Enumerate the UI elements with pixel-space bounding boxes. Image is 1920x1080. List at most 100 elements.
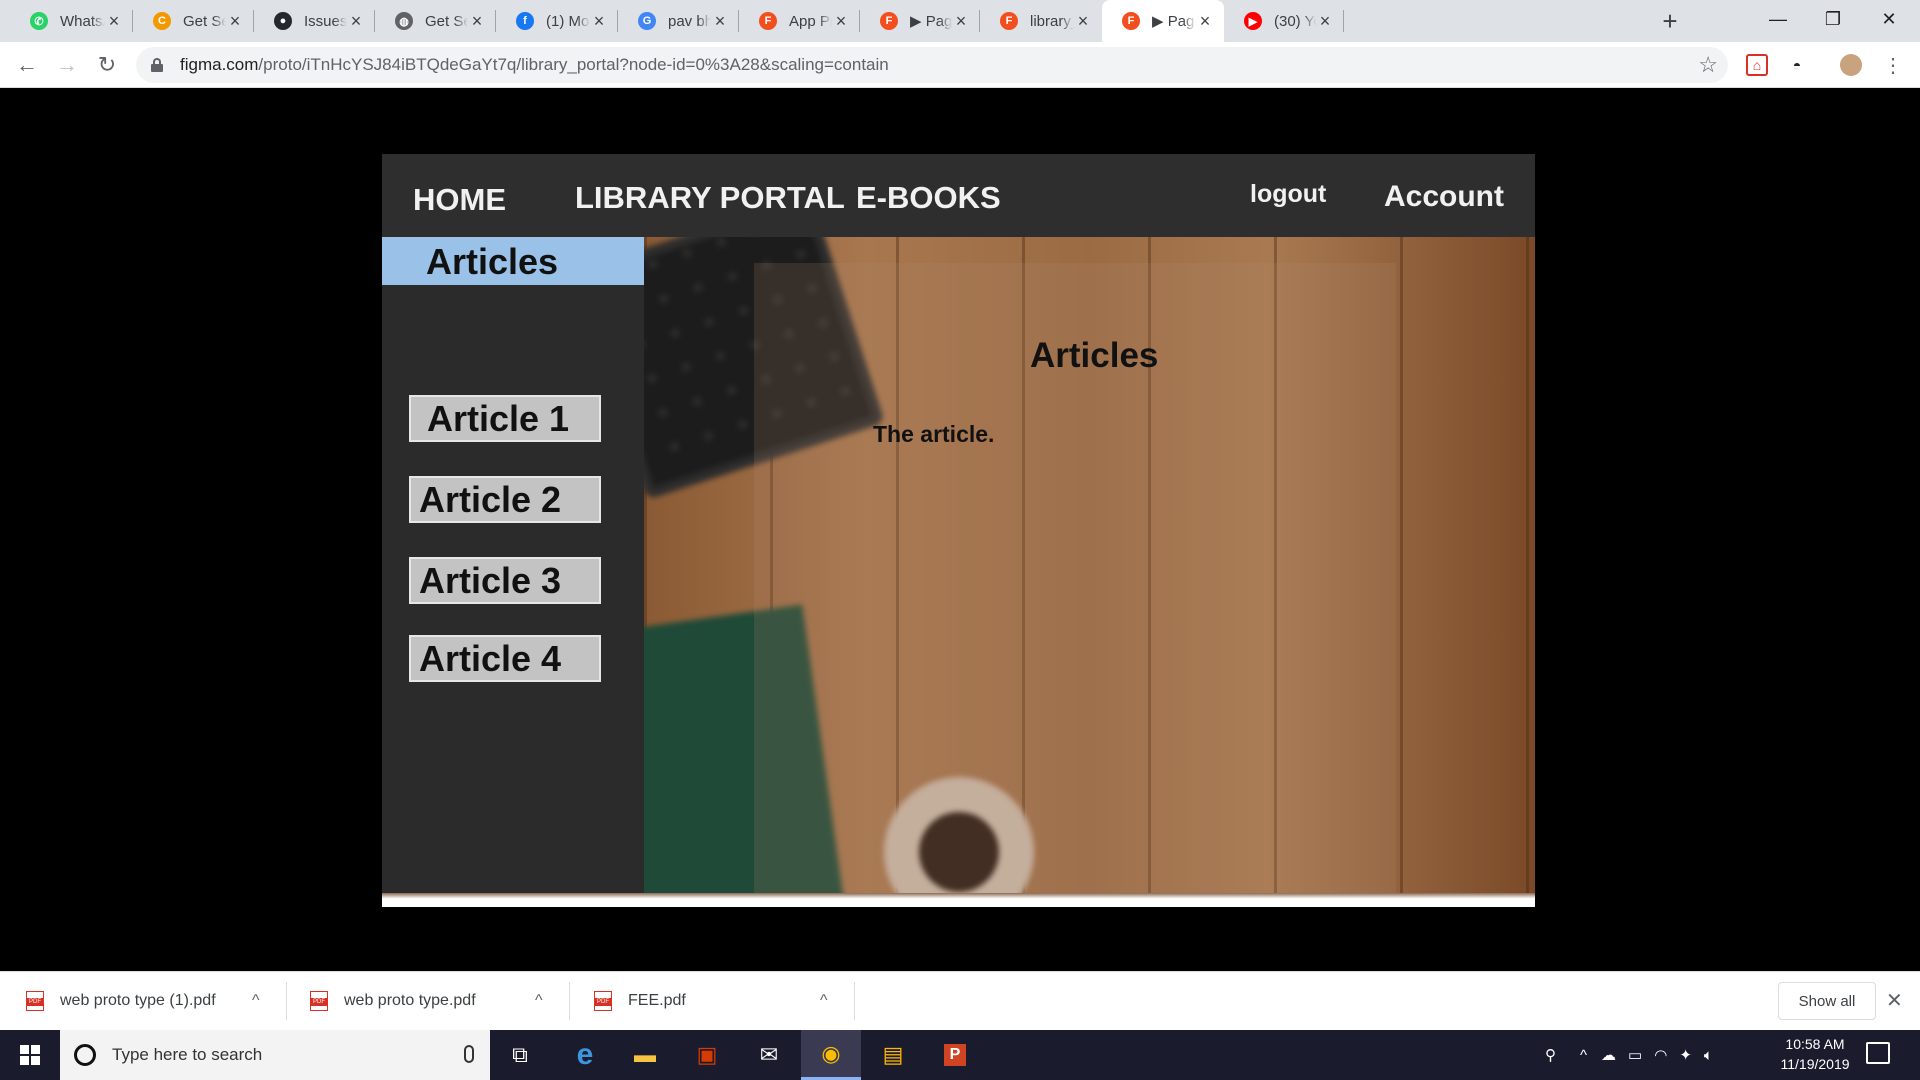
tab-title: ▶ Page 1 (1152, 13, 1196, 30)
close-icon[interactable]: ✕ (1886, 988, 1903, 1013)
close-tab-icon[interactable]: × (952, 11, 970, 31)
minimize-icon[interactable]: — (1751, 0, 1805, 38)
sidebar-header[interactable]: Articles (382, 237, 644, 285)
tab[interactable]: ✆ WhatsApp× (10, 0, 133, 42)
divider (854, 982, 855, 1020)
forward-icon[interactable]: → (52, 50, 82, 80)
volume-icon[interactable]: 🔈︎ (1704, 1047, 1713, 1064)
close-tab-icon[interactable]: × (590, 11, 608, 31)
prototype-frame: HOME LIBRARY PORTAL E-BOOKS logout Accou… (382, 154, 1535, 907)
nav-ebooks[interactable]: E-BOOKS (856, 180, 1001, 216)
file-explorer-icon[interactable]: ▬ (615, 1030, 675, 1080)
clock-date: 11/19/2019 (1780, 1056, 1850, 1072)
article-4-button[interactable]: Article 4 (409, 635, 601, 682)
close-tab-icon[interactable]: × (105, 11, 123, 31)
article-2-button[interactable]: Article 2 (409, 476, 601, 523)
close-tab-icon[interactable]: × (711, 11, 729, 31)
tab[interactable]: ▶ (30) YouTu× (1224, 0, 1344, 42)
people-icon[interactable]: ⚲ (1545, 1046, 1556, 1064)
article-3-label: Article 3 (419, 559, 562, 601)
close-tab-icon[interactable]: × (347, 11, 365, 31)
divider (569, 982, 570, 1020)
store-icon[interactable]: ▤ (863, 1030, 923, 1080)
battery-icon[interactable]: ▭ (1628, 1046, 1642, 1064)
browser-menu-icon[interactable]: ⋮ (1882, 54, 1904, 77)
url-host: figma.com (180, 55, 259, 74)
tab-title: App Proto (789, 12, 832, 30)
bookmark-star-icon[interactable]: ☆ (1698, 52, 1718, 78)
tab[interactable]: F ▶ Page 1× (860, 0, 980, 42)
wifi-icon[interactable]: ◠ (1654, 1046, 1667, 1064)
sidebar-header-label: Articles (426, 241, 559, 282)
whatsapp-icon: ✆ (30, 12, 48, 30)
reload-icon[interactable]: ↻ (92, 50, 122, 80)
dropbox-icon[interactable]: ✦ (1679, 1046, 1692, 1064)
close-tab-icon[interactable]: × (226, 11, 244, 31)
task-view-icon[interactable]: ⧉ (490, 1030, 550, 1080)
taskbar-search-input[interactable]: Type here to search (60, 1030, 490, 1080)
google-icon: G (638, 12, 656, 30)
chevron-up-icon[interactable]: ^ (252, 992, 260, 1010)
address-bar[interactable]: figma.com/proto/iTnHcYSJ84iBTQdeGaYt7q/l… (136, 47, 1728, 83)
tab[interactable]: F ▶ Page 1× (1102, 0, 1224, 42)
tab-title: Get Set FC (425, 12, 468, 30)
mail-icon[interactable]: ✉ (739, 1030, 799, 1080)
edge-icon[interactable]: e (555, 1030, 615, 1080)
logout-link[interactable]: logout (1250, 180, 1326, 209)
close-tab-icon[interactable]: × (1074, 11, 1092, 31)
windows-taskbar: Type here to search ⧉ e ▬ ▣ ✉ ◉ ▤ P ⚲ ^ … (0, 1030, 1920, 1080)
content-body: The article. (873, 421, 995, 447)
incognito-extension-icon[interactable]: ◓ (1786, 54, 1808, 76)
new-tab-button[interactable]: + (1655, 6, 1685, 36)
download-item[interactable]: FEE.pdf (594, 972, 686, 1030)
download-filename: FEE.pdf (628, 992, 686, 1009)
close-tab-icon[interactable]: × (1316, 11, 1334, 31)
close-window-icon[interactable]: ✕ (1862, 0, 1916, 38)
divider (286, 982, 287, 1020)
clock[interactable]: 10:58 AM 11/19/2019 (1760, 1034, 1870, 1074)
downloads-shelf: web proto type (1).pdf ^ web proto type.… (0, 971, 1920, 1030)
tab-title: ▶ Page 1 (910, 13, 952, 30)
article-1-button[interactable]: Article 1 (409, 395, 601, 442)
notification-center-icon[interactable] (1866, 1042, 1890, 1064)
article-2-label: Article 2 (419, 478, 562, 520)
browser-toolbar: ← → ↻ figma.com/proto/iTnHcYSJ84iBTQdeGa… (0, 42, 1920, 88)
tab[interactable]: F App Proto× (739, 0, 860, 42)
account-link[interactable]: Account (1384, 180, 1504, 214)
tab-title: Issues · ch (304, 12, 347, 30)
onedrive-icon[interactable]: ☁ (1601, 1046, 1616, 1064)
pocket-extension-icon[interactable]: ⌂ (1746, 54, 1768, 76)
tab[interactable]: Flibrary_po× (980, 0, 1102, 42)
chevron-up-icon[interactable]: ^ (1580, 1047, 1587, 1064)
tab[interactable]: Gpav bhaji× (618, 0, 739, 42)
download-item[interactable]: web proto type.pdf (310, 972, 476, 1030)
url-text[interactable]: figma.com/proto/iTnHcYSJ84iBTQdeGaYt7q/l… (180, 55, 889, 75)
frame-bottom-edge (382, 893, 1535, 907)
back-icon[interactable]: ← (12, 50, 42, 80)
chevron-up-icon[interactable]: ^ (820, 992, 828, 1010)
nav-home[interactable]: HOME (413, 182, 506, 218)
tab[interactable]: ◍ Get Set FC× (375, 0, 496, 42)
close-tab-icon[interactable]: × (832, 11, 850, 31)
tab[interactable]: ● Issues · ch× (254, 0, 375, 42)
tab[interactable]: C Get Set FC× (133, 0, 254, 42)
tab-title: pav bhaji (668, 12, 711, 30)
close-tab-icon[interactable]: × (468, 11, 486, 31)
show-all-button[interactable]: Show all (1778, 982, 1876, 1020)
browser-tab-strip: ✆WhatsApp×CGet Set FC×●Issues · ch× ◍ Get … (0, 0, 1920, 42)
restore-icon[interactable]: ❐ (1806, 0, 1860, 38)
start-button[interactable] (0, 1030, 60, 1080)
lock-icon[interactable] (150, 58, 164, 72)
nav-library-portal[interactable]: LIBRARY PORTAL (575, 180, 845, 216)
powerpoint-icon[interactable]: P (925, 1030, 985, 1080)
chevron-up-icon[interactable]: ^ (535, 992, 543, 1010)
close-tab-icon[interactable]: × (1196, 11, 1214, 31)
profile-avatar[interactable] (1840, 54, 1862, 76)
microphone-icon[interactable] (464, 1045, 474, 1063)
tab[interactable]: f (1) Moin K× (496, 0, 618, 42)
article-3-button[interactable]: Article 3 (409, 557, 601, 604)
globe-icon: ◍ (395, 12, 413, 30)
chrome-icon[interactable]: ◉ (801, 1030, 861, 1080)
download-item[interactable]: web proto type (1).pdf (26, 972, 216, 1030)
gift-icon[interactable]: ▣ (677, 1030, 737, 1080)
